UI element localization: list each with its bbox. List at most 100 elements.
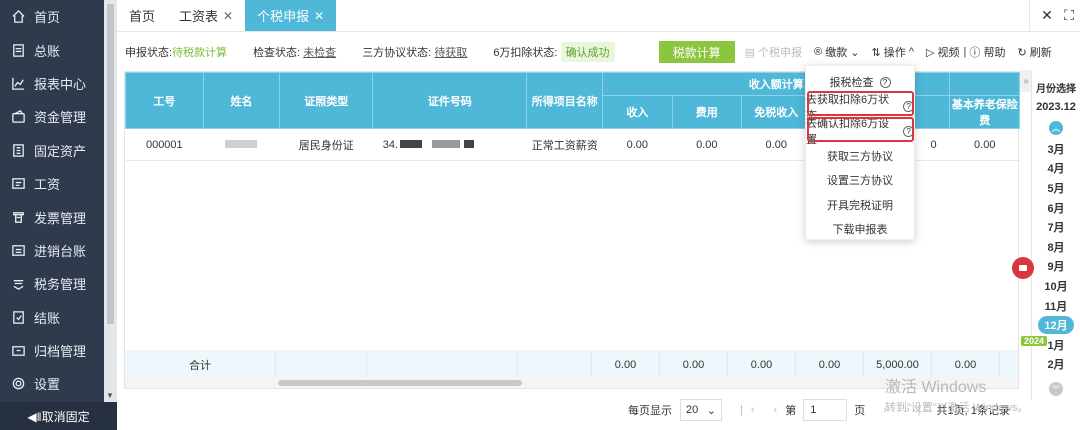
year-badge: 2024 [1021, 336, 1048, 346]
fullscreen-icon[interactable]: ⛶ [1058, 7, 1080, 24]
sidebar-item-tax[interactable]: 税务管理 [0, 267, 117, 300]
help-icon: ⓘ [969, 47, 984, 59]
sidebar-item-home[interactable]: 首页 [0, 0, 117, 33]
tab-personal-tax[interactable]: 个税申报 ✕ [245, 0, 337, 31]
month-label: 12月 [1038, 316, 1074, 335]
month-label: 7月 [1047, 222, 1065, 235]
menu-item-tax-certificate[interactable]: 开具完税证明 [806, 193, 914, 218]
month-item-selected[interactable]: 12月 [1032, 315, 1080, 335]
refresh-label: 刷新 [1029, 47, 1052, 59]
declare-button[interactable]: ▤ 个税申报 [745, 44, 802, 60]
month-label: 10月 [1044, 280, 1068, 293]
menu-item-set-tripartite[interactable]: 设置三方协议 [806, 168, 914, 193]
close-all-tabs-icon[interactable]: ✕ [1036, 7, 1058, 24]
month-item[interactable]: 3月 [1032, 139, 1080, 159]
month-item[interactable]: 5月 [1032, 178, 1080, 198]
close-icon[interactable]: ✕ [314, 9, 324, 23]
sidebar-item-closing[interactable]: 结账 [0, 301, 117, 334]
check-status-label: 检查状态: [253, 47, 301, 59]
close-account-icon [10, 309, 26, 325]
first-prev-icons[interactable]: |‹ ‹ [740, 404, 785, 416]
tab-label: 首页 [129, 9, 156, 24]
scroll-thumb[interactable] [107, 4, 114, 324]
unpin-button[interactable]: ◀‖取消固定 [0, 402, 117, 430]
sidebar: 首页 总账 报表中心 资金管理 固定资产 工资 发票管理 进销台账 税务管理 结… [0, 0, 117, 430]
tab-home[interactable]: 首页 [117, 0, 167, 31]
sidebar-item-ledger[interactable]: 总账 [0, 33, 117, 66]
sidebar-scrollbar[interactable]: ▼ [104, 0, 117, 402]
pay-button[interactable]: ® 缴款 ⌄ [814, 44, 859, 60]
check-status-link[interactable]: 未检查 [303, 44, 336, 60]
tab-label: 工资表 [179, 9, 219, 24]
tax-calculate-label: 税款计算 [672, 45, 721, 60]
sidebar-item-settings[interactable]: 设置 [0, 367, 117, 400]
close-icon[interactable]: ✕ [223, 9, 233, 23]
month-item[interactable]: 2月 [1032, 355, 1080, 375]
help-button[interactable]: | ⓘ 帮助 [964, 44, 1006, 60]
operation-icon: ⇅ [871, 46, 884, 59]
sidebar-item-label: 结账 [34, 310, 61, 326]
col-header-id-no: 证件号码 [372, 72, 528, 129]
sidebar-item-funds[interactable]: 资金管理 [0, 100, 117, 133]
sidebar-item-label: 设置 [34, 377, 61, 393]
video-button[interactable]: ▷ 视频 [926, 44, 960, 60]
pay-label: 缴款 [825, 47, 848, 59]
page-input[interactable]: 1 [803, 399, 848, 421]
wallet-icon [10, 109, 26, 125]
cell-emp-no: 000001 [125, 128, 204, 161]
total-income: 0.00 [592, 350, 660, 380]
sidebar-item-archive[interactable]: 归档管理 [0, 334, 117, 367]
chevron-up-icon: ^ [905, 46, 914, 58]
tripartite-status-link[interactable]: 待获取 [434, 44, 467, 60]
scroll-thumb[interactable] [278, 380, 522, 386]
month-item[interactable]: 10月 [1032, 276, 1080, 296]
total-label: 合计 [189, 360, 211, 372]
scroll-down-icon[interactable]: ▼ [106, 391, 114, 400]
operation-button[interactable]: ⇅ 操作 ^ [871, 44, 914, 60]
month-item[interactable]: 6月 [1032, 198, 1080, 218]
tab-bar: 首页 工资表 ✕ 个税申报 ✕ ✕ ⛶ [117, 0, 1080, 32]
sidebar-item-assets[interactable]: 固定资产 [0, 134, 117, 167]
per-page-select[interactable]: 20 ⌄ [680, 399, 722, 421]
sidebar-item-invoice[interactable]: 发票管理 [0, 200, 117, 233]
sidebar-item-reports[interactable]: 报表中心 [0, 67, 117, 100]
chevron-down-icon: ⌄ [847, 46, 860, 59]
menu-item-label: 报税检查 [829, 77, 874, 90]
month-item[interactable]: 8月 [1032, 237, 1080, 257]
month-item[interactable]: 7月 [1032, 217, 1080, 237]
month-item[interactable]: 4月 [1032, 159, 1080, 179]
cell-expense: 0.00 [672, 128, 742, 161]
ledger-icon [10, 42, 26, 58]
document-icon: ▤ [744, 46, 759, 59]
refresh-button[interactable]: ↻ 刷新 [1017, 44, 1051, 60]
chevron-down-icon: ⌄ [706, 404, 716, 417]
chevron-up-icon[interactable]: ︽ [1049, 121, 1063, 135]
month-panel-title: 月份选择 [1036, 84, 1076, 95]
watermark-line1: 激活 Windows [885, 379, 987, 396]
col-header-pension: 基本养老保险费 [949, 95, 1020, 129]
asset-icon [10, 142, 26, 158]
menu-item-download-report[interactable]: 下载申报表 [806, 217, 914, 242]
menu-item-label: 获取三方协议 [827, 150, 893, 163]
help-label: 帮助 [983, 47, 1006, 59]
cell-pension: 0.00 [949, 128, 1020, 161]
floating-action-button[interactable] [1012, 257, 1034, 279]
highlight-box [807, 117, 914, 142]
archive-icon [10, 343, 26, 359]
page-suffix: 页 [854, 405, 866, 417]
col-header-income: 收入 [602, 95, 673, 129]
month-label: 1月 [1047, 339, 1065, 352]
month-item[interactable]: 9月 [1032, 257, 1080, 277]
tax-calculate-button[interactable]: 税款计算 [658, 41, 735, 63]
tab-salary-sheet[interactable]: 工资表 ✕ [167, 0, 245, 31]
page-input-value: 1 [810, 404, 817, 416]
cell-income: 0.00 [602, 128, 673, 161]
sidebar-item-inventory[interactable]: 进销台账 [0, 234, 117, 267]
sidebar-item-salary[interactable]: 工资 [0, 167, 117, 200]
declare-status-value: 待税款计算 [172, 47, 228, 59]
month-item[interactable]: 11月 [1032, 296, 1080, 316]
salary-icon [10, 176, 26, 192]
col-header-expense: 费用 [671, 95, 743, 129]
cell-income-item: 正常工资薪资 [526, 128, 603, 161]
tripartite-status-label: 三方协议状态: [362, 47, 432, 59]
